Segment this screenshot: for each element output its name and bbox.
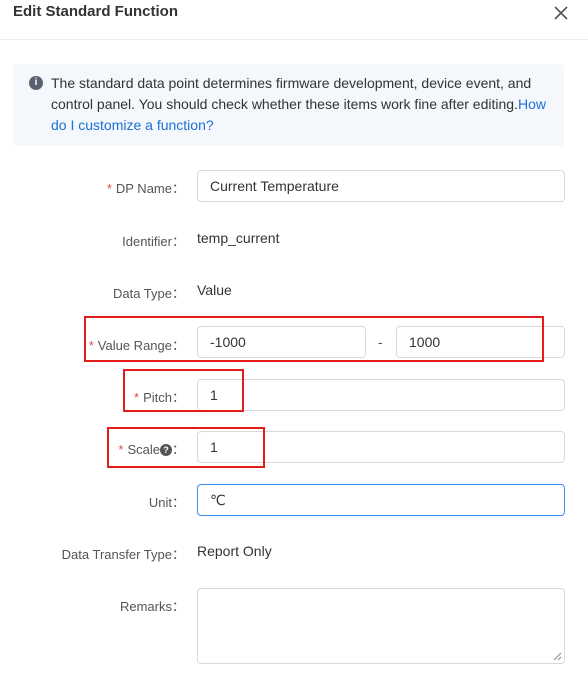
identifier-value: temp_current	[197, 230, 280, 246]
dp-name-label-text: DP Name：	[115, 181, 185, 196]
data-transfer-type-label: Data Transfer Type：	[61, 547, 185, 562]
close-icon[interactable]	[552, 4, 570, 22]
info-icon: i	[29, 76, 43, 90]
dp-name-label: * DP Name：	[107, 178, 185, 197]
identifier-label: Identifier：	[122, 234, 185, 249]
pitch-input[interactable]: 1	[197, 379, 565, 411]
data-type-value: Value	[197, 282, 232, 298]
remarks-label: Remarks：	[119, 599, 185, 614]
unit-label: Unit：	[148, 495, 185, 510]
value-range-highlight-box	[84, 316, 544, 362]
scale-highlight-box	[107, 427, 265, 468]
data-type-label: Data Type：	[112, 286, 185, 301]
dialog-header: Edit Standard Function	[0, 0, 588, 40]
dialog-title: Edit Standard Function	[13, 3, 178, 20]
data-transfer-type-value: Report Only	[197, 543, 272, 559]
pitch-highlight-box	[123, 369, 244, 412]
notice-text: The standard data point determines firmw…	[51, 73, 551, 136]
resize-handle-icon[interactable]	[553, 652, 562, 661]
dp-name-input[interactable]: Current Temperature	[197, 170, 565, 202]
notice-message: The standard data point determines firmw…	[51, 75, 532, 112]
required-mark: *	[106, 181, 112, 196]
unit-input[interactable]: ℃	[197, 484, 565, 516]
info-notice: i The standard data point determines fir…	[13, 64, 564, 146]
remarks-textarea[interactable]	[197, 588, 565, 664]
